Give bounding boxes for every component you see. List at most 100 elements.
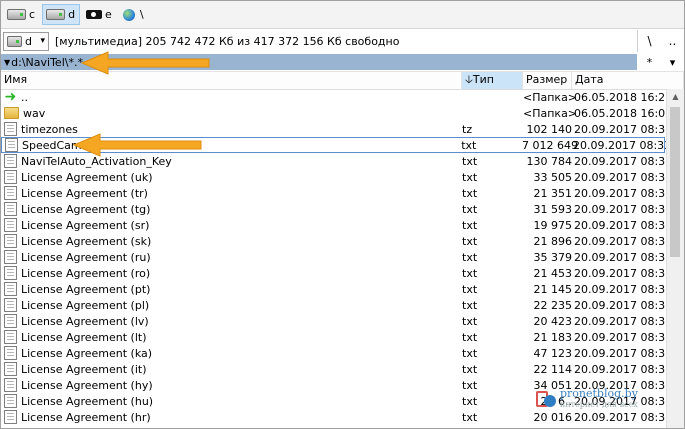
file-row[interactable]: License Agreement (pl) txt 22 235 20.09.201… [1,297,673,313]
file-date: 20.09.2017 08:33 [574,170,673,184]
drive-label: c [29,8,36,21]
file-name-cell: License Agreement (it) [1,362,462,376]
file-row[interactable]: License Agreement (sr) txt 19 975 20.09.201… [1,217,672,233]
file-row[interactable]: ➜.. <Папка> 06.05.2018 16:27 [1,89,673,105]
file-icon [4,186,17,200]
file-name-cell: License Agreement (hu) [1,394,462,408]
file-type: txt [462,250,478,264]
drive-select-value: d [25,34,32,48]
file-name: License Agreement (tr) [21,186,148,200]
file-size: <Папка> [523,90,578,104]
file-icon [4,394,17,408]
column-header-type[interactable]: 🡣Тип [462,72,523,89]
file-icon [4,314,17,328]
nav-buttons: \ .. [637,30,684,52]
file-size: 7 012 649 [522,138,578,152]
free-space-text: [мультимедиа] 205 742 472 Кб из 417 372 … [55,34,400,48]
sort-arrow-icon: 🡣 [465,73,473,86]
file-type: txt [462,202,478,216]
file-name: .. [21,90,28,104]
file-row[interactable]: License Agreement (tg) txt 31 593 20.09.201… [1,201,673,217]
file-size: 102 140 [526,122,573,136]
drive-button-d[interactable]: d [42,4,81,25]
file-name-cell: wav [1,107,462,120]
file-name-cell: ➜.. [1,90,462,104]
file-icon [4,122,17,136]
file-size: <Папка> [523,106,578,120]
file-name: License Agreement (it) [21,362,147,376]
file-date: 20.09.2017 08:33 [574,202,673,216]
file-row[interactable]: License Agreement (lt) txt 21 183 20.09.201… [1,329,673,345]
chevron-down-icon: ▾ [40,36,45,46]
cd-drive-icon [86,10,103,19]
file-row[interactable]: License Agreement (tr) txt 21 351 20.09.201… [1,185,672,201]
file-icon [4,282,17,296]
file-row[interactable]: License Agreement (sk) txt 21 896 20.09.201… [1,233,673,249]
drive-label: \ [139,8,144,21]
drive-select[interactable]: d ▾ [3,31,49,51]
history-dropdown-button[interactable]: ▾ [670,56,676,69]
file-icon [4,330,17,344]
file-name-cell: License Agreement (pt) [1,282,462,296]
file-date: 20.09.2017 08:33 [574,346,673,360]
file-icon [4,154,17,168]
file-name-cell: License Agreement (pl) [1,298,462,312]
file-name: License Agreement (lv) [21,314,149,328]
file-type: txt [462,218,478,232]
file-size: 31 593 [533,202,573,216]
drive-button-c[interactable]: c [3,4,40,25]
vertical-scrollbar[interactable]: ▲ [666,89,684,428]
drive-button-e[interactable]: e [82,4,117,25]
file-size: 21 145 [533,282,573,296]
column-header-date[interactable]: Дата [572,72,684,89]
file-name: License Agreement (pl) [21,298,150,312]
file-date: 20.09.2017 08:33 [574,314,673,328]
file-type: txt [462,314,478,328]
column-header-type-label: Тип [472,73,494,86]
annotation-arrow-path [80,51,210,75]
file-size: 21 183 [533,330,573,344]
file-row[interactable]: License Agreement (uk) txt 33 505 20.09.201… [1,169,673,185]
history-button[interactable]: * [647,56,653,69]
file-icon [4,298,17,312]
file-row[interactable]: wav <Папка> 06.05.2018 16:03 [1,105,673,121]
file-name-cell: License Agreement (ro) [1,266,462,280]
file-row[interactable]: License Agreement (it) txt 22 114 20.09.201… [1,361,672,377]
file-type: txt [462,362,478,376]
file-size: 21 351 [533,186,573,200]
file-name: License Agreement (hu) [21,394,154,408]
file-date: 20.09.2017 08:33 [574,234,673,248]
file-size: 47 123 [533,346,573,360]
file-name-cell: License Agreement (sk) [1,234,462,248]
file-row[interactable]: License Agreement (ro) txt 21 453 20.09.201… [1,265,672,281]
file-date: 20.09.2017 08:33 [574,298,673,312]
file-date: 06.05.2018 16:03 [574,106,673,120]
file-row[interactable]: License Agreement (ka) txt 47 123 20.09.201… [1,345,673,361]
file-name-cell: License Agreement (ru) [1,250,462,264]
file-date: 20.09.2017 08:33 [574,330,673,344]
file-type: txt [462,282,478,296]
file-name: License Agreement (ka) [21,346,153,360]
column-header-name[interactable]: Имя [1,72,462,89]
file-type: txt [462,266,478,280]
globe-icon [122,8,135,21]
file-name: License Agreement (ro) [21,266,151,280]
file-type: txt [462,410,478,424]
root-dir-button[interactable]: \ [638,30,661,52]
file-row[interactable]: License Agreement (pt) txt 21 145 20.09.201… [1,281,673,297]
file-date: 20.09.2017 08:33 [574,282,673,296]
watermark: pronetblog.by интернет для всех [536,384,676,414]
scroll-up-icon[interactable]: ▲ [667,89,684,105]
file-row[interactable]: License Agreement (ru) txt 35 379 20.09.201… [1,249,672,265]
up-arrow-icon: ➜ [4,90,17,104]
file-row[interactable]: License Agreement (lv) txt 20 423 20.09.201… [1,313,673,329]
file-name-cell: License Agreement (hr) [1,410,462,424]
file-icon [4,250,17,264]
scrollbar-thumb[interactable] [670,107,680,257]
parent-dir-button[interactable]: .. [661,30,684,52]
column-header-size[interactable]: Размер [523,72,572,89]
file-size: 130 784 [526,154,573,168]
file-size: 33 505 [533,170,573,184]
file-name: License Agreement (sr) [21,218,150,232]
network-drive-button[interactable]: \ [119,4,149,25]
